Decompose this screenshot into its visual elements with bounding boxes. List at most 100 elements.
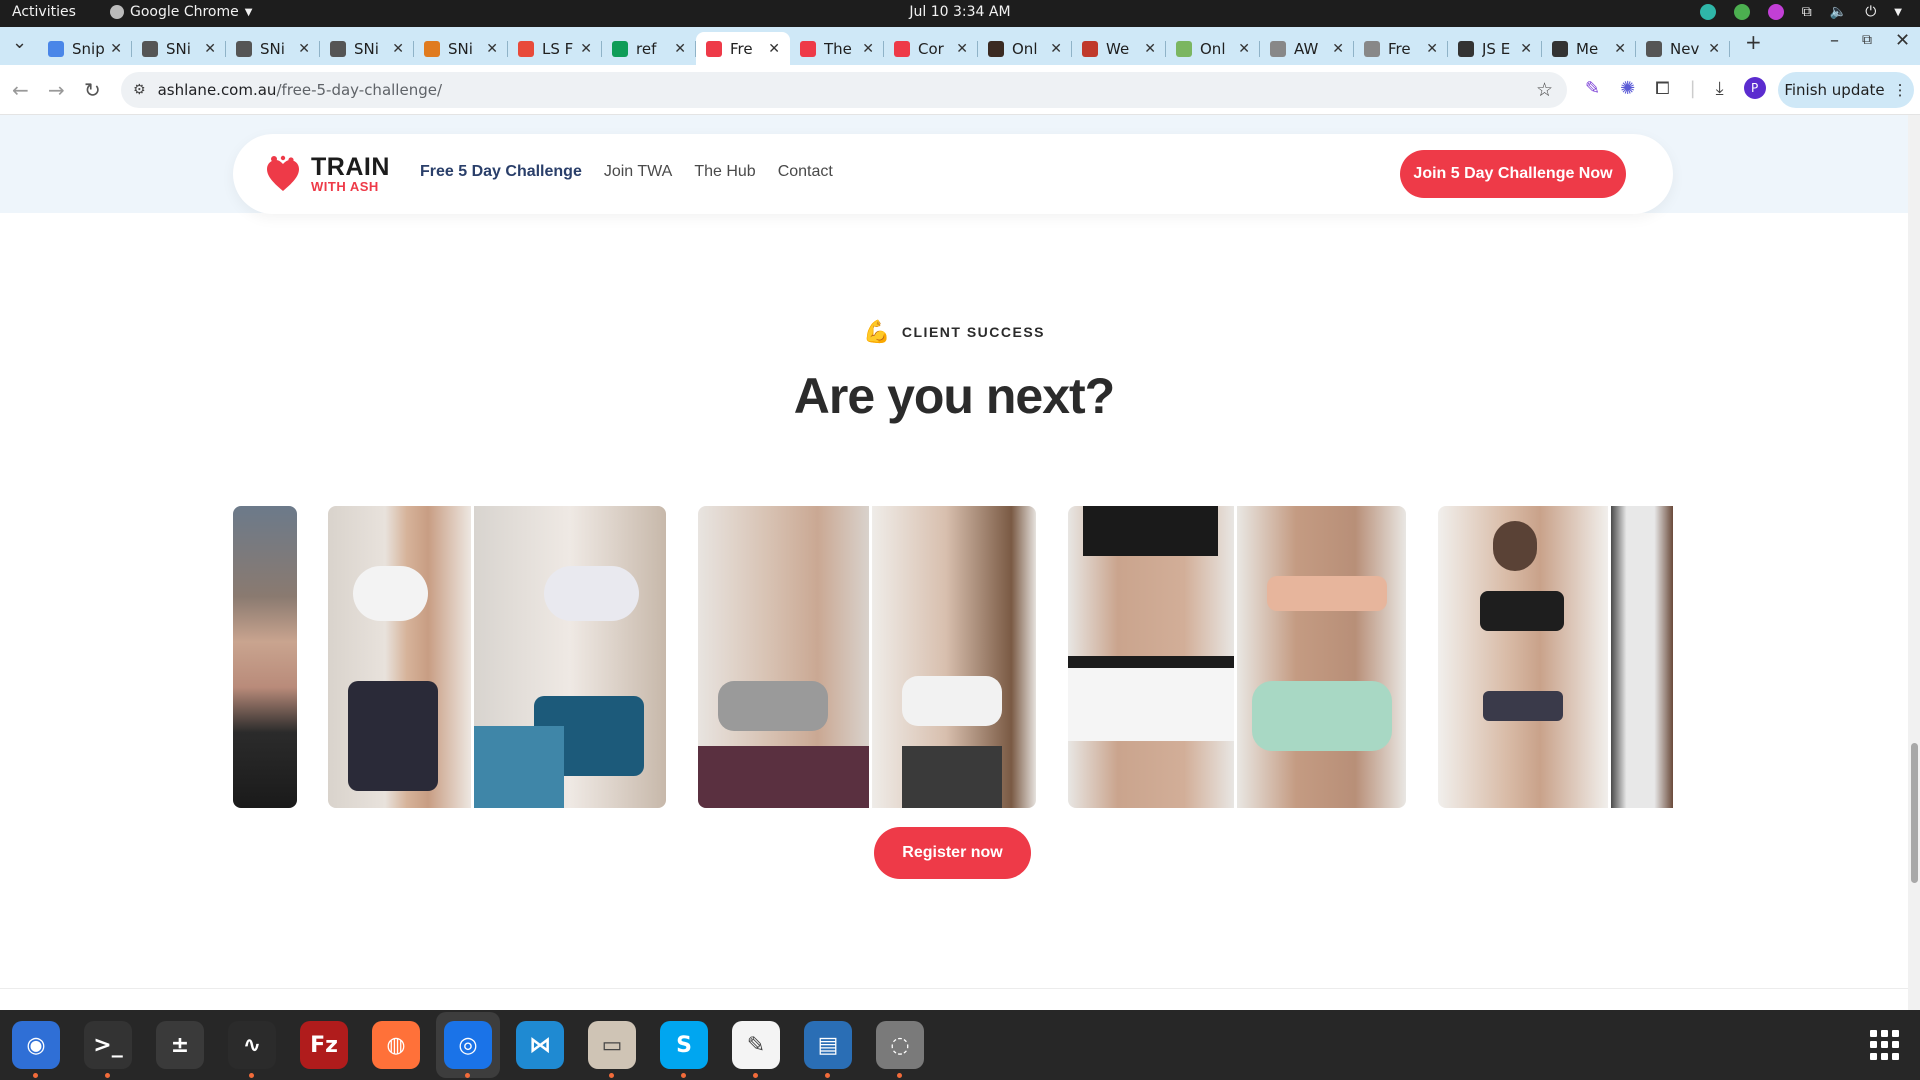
close-tab-icon[interactable]: ✕: [1614, 41, 1626, 57]
app-menu[interactable]: Google Chrome ▼: [110, 4, 252, 20]
close-tab-icon[interactable]: ✕: [580, 41, 592, 57]
new-tab-button[interactable]: +: [1745, 30, 1762, 54]
close-tab-icon[interactable]: ✕: [1332, 41, 1344, 57]
chevron-down-icon[interactable]: ▼: [1894, 7, 1902, 18]
browser-tab[interactable]: Cor ✕: [884, 32, 978, 65]
page-scrollbar[interactable]: [1908, 115, 1920, 1010]
browser-tab[interactable]: Snip ✕: [38, 32, 132, 65]
power-icon[interactable]: ⏻: [1865, 4, 1876, 20]
system-monitor-icon[interactable]: ∿: [228, 1021, 276, 1078]
nav-link-join-twa[interactable]: Join TWA: [604, 163, 672, 181]
register-now-button[interactable]: Register now: [874, 827, 1031, 879]
calculator-icon[interactable]: ±: [156, 1021, 204, 1069]
browser-tab[interactable]: Fre ✕: [1354, 32, 1448, 65]
browser-tab[interactable]: Me ✕: [1542, 32, 1636, 65]
show-apps-grid-icon[interactable]: [1870, 1030, 1900, 1060]
result-card[interactable]: [328, 506, 666, 808]
browser-tab[interactable]: SNi ✕: [414, 32, 508, 65]
maximize-button[interactable]: ⧉: [1862, 32, 1872, 48]
close-tab-icon[interactable]: ✕: [1426, 41, 1438, 57]
close-tab-icon[interactable]: ✕: [862, 41, 874, 57]
tab-title: LS F: [542, 39, 574, 58]
browser-tab[interactable]: Onl ✕: [978, 32, 1072, 65]
browser-tab[interactable]: The ✕: [790, 32, 884, 65]
writer-icon[interactable]: ▤: [804, 1021, 852, 1078]
browser-tab[interactable]: JS E ✕: [1448, 32, 1542, 65]
chrome-icon[interactable]: ◎: [444, 1021, 492, 1078]
check-icon[interactable]: [1733, 4, 1750, 20]
clock[interactable]: Jul 10 3:34 AM: [0, 4, 1920, 20]
minimize-button[interactable]: –: [1830, 30, 1839, 51]
scrollbar-thumb[interactable]: [1911, 743, 1918, 883]
close-tab-icon[interactable]: ✕: [298, 41, 310, 57]
close-window-button[interactable]: ✕: [1895, 30, 1910, 51]
network-icon[interactable]: ⧉: [1802, 4, 1812, 20]
close-tab-icon[interactable]: ✕: [1144, 41, 1156, 57]
nav-link-contact[interactable]: Contact: [778, 163, 833, 181]
close-tab-icon[interactable]: ✕: [486, 41, 498, 57]
browser-tab[interactable]: We ✕: [1072, 32, 1166, 65]
site-info-icon[interactable]: ⚙: [133, 82, 146, 98]
browser-tab[interactable]: SNi ✕: [132, 32, 226, 65]
result-card-partial-right[interactable]: [1438, 506, 1673, 808]
activities-button[interactable]: Activities: [12, 4, 76, 20]
result-card[interactable]: [698, 506, 1036, 808]
result-card-partial-left[interactable]: [233, 506, 297, 808]
sheets-icon: [612, 40, 628, 57]
system-tray[interactable]: ⧉ 🔈 ⏻ ▼: [1699, 4, 1902, 20]
forward-button[interactable]: →: [48, 78, 65, 102]
text-editor-icon[interactable]: ✎: [732, 1021, 780, 1078]
close-tab-icon[interactable]: ✕: [1238, 41, 1250, 57]
client-results-carousel[interactable]: [233, 506, 1673, 808]
snowflake-extension-icon[interactable]: ✺: [1620, 78, 1635, 99]
skype-icon[interactable]: S: [660, 1021, 708, 1078]
profile-avatar[interactable]: P: [1743, 77, 1766, 99]
browser-tab[interactable]: Onl ✕: [1166, 32, 1260, 65]
close-tab-icon[interactable]: ✕: [768, 41, 780, 57]
result-card[interactable]: [1068, 506, 1406, 808]
pen-extension-icon[interactable]: ✎: [1585, 78, 1600, 99]
finish-update-button[interactable]: Finish update ⋮: [1778, 72, 1914, 108]
close-tab-icon[interactable]: ✕: [110, 41, 122, 57]
browser-tab[interactable]: ref ✕: [602, 32, 696, 65]
close-tab-icon[interactable]: ✕: [674, 41, 686, 57]
sync-icon[interactable]: [1699, 4, 1716, 20]
tab-search-button[interactable]: ⌄: [12, 32, 27, 53]
close-tab-icon[interactable]: ✕: [1520, 41, 1532, 57]
close-tab-icon[interactable]: ✕: [1050, 41, 1062, 57]
close-tab-icon[interactable]: ✕: [392, 41, 404, 57]
page-viewport: TRAIN WITH ASH Free 5 Day Challenge Join…: [0, 115, 1908, 1010]
bookmark-star-icon[interactable]: ☆: [1536, 79, 1553, 101]
browser-toolbar: ← → ↻ ⚙ ashlane.com.au /free-5-day-chall…: [0, 65, 1920, 115]
browser-tab[interactable]: Fre ✕: [696, 32, 790, 65]
vscode-icon[interactable]: ⋈: [516, 1021, 564, 1069]
before-photo: [698, 506, 869, 808]
site-logo[interactable]: TRAIN WITH ASH: [265, 155, 390, 193]
address-bar[interactable]: ⚙ ashlane.com.au /free-5-day-challenge/ …: [121, 72, 1567, 108]
heart-icon: [800, 40, 816, 57]
files-icon[interactable]: ▭: [588, 1021, 636, 1078]
firefox-icon[interactable]: ◍: [372, 1021, 420, 1069]
puzzle-extensions-icon[interactable]: ⧠: [1655, 78, 1669, 99]
nav-link-the-hub[interactable]: The Hub: [694, 163, 755, 181]
logo-text-train: TRAIN: [311, 153, 390, 181]
close-tab-icon[interactable]: ✕: [1708, 41, 1720, 57]
browser-tab[interactable]: Nev ✕: [1636, 32, 1730, 65]
join-challenge-button[interactable]: Join 5 Day Challenge Now: [1400, 150, 1626, 198]
filezilla-icon[interactable]: Fz: [300, 1021, 348, 1069]
back-button[interactable]: ←: [12, 78, 29, 102]
thunderbird-icon[interactable]: ◉: [12, 1021, 60, 1078]
close-tab-icon[interactable]: ✕: [204, 41, 216, 57]
browser-tab[interactable]: AW ✕: [1260, 32, 1354, 65]
download-icon[interactable]: ⤓: [1716, 78, 1724, 99]
browser-tab[interactable]: SNi ✕: [320, 32, 414, 65]
browser-tab[interactable]: LS F ✕: [508, 32, 602, 65]
extension-icon[interactable]: [1767, 4, 1784, 20]
volume-icon[interactable]: 🔈: [1830, 4, 1847, 20]
close-tab-icon[interactable]: ✕: [956, 41, 968, 57]
disk-icon[interactable]: ◌: [876, 1021, 924, 1078]
browser-tab[interactable]: SNi ✕: [226, 32, 320, 65]
reload-button[interactable]: ↻: [84, 78, 101, 102]
nav-link-free-5-day-challenge[interactable]: Free 5 Day Challenge: [420, 163, 582, 181]
terminal-icon[interactable]: >_: [84, 1021, 132, 1078]
